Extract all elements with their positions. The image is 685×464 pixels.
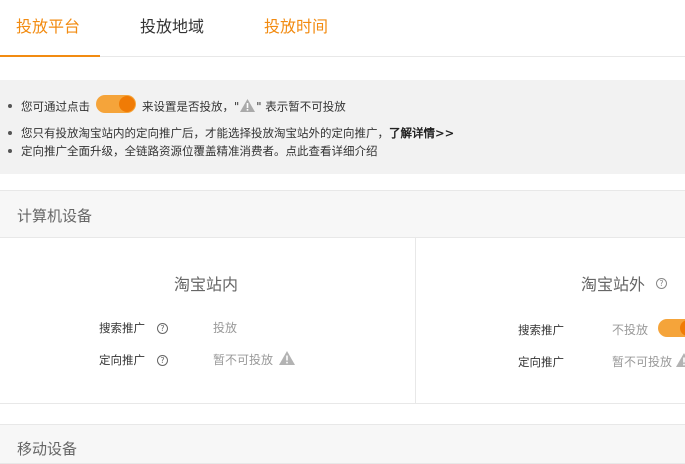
panel-outside-title: 淘宝站外 [581,275,646,294]
notice-line-1-prefix: 您可通过点击 [21,99,90,114]
outside-search-toggle[interactable] [658,319,685,337]
bullet-icon [8,148,12,153]
warning-triangle-icon [676,353,685,367]
warning-triangle-icon [279,351,295,365]
notice-line-1-suffix: " 表示暂不可投放 [256,99,346,114]
notice-line-2: 您只有投放淘宝站内的定向推广后，才能选择投放淘宝站外的定向推广，了解详情>> [8,125,454,141]
notice-line-2-text: 您只有投放淘宝站内的定向推广后，才能选择投放淘宝站外的定向推广， [21,126,389,140]
tab-bar: 投放平台 投放地域 投放时间 [0,0,685,57]
section-computer-header: 计算机设备 [0,190,685,238]
notice-line-1: 您可通过点击 来设置是否投放，" " 表示暂不可投放 [8,95,346,116]
section-mobile-title: 移动设备 [17,440,78,458]
outside-targeted-value: 暂不可投放 [612,355,673,369]
tab-time[interactable]: 投放时间 [264,17,328,37]
learn-more-link[interactable]: 了解详情>> [389,126,454,140]
warning-triangle-icon [240,98,256,112]
help-icon[interactable]: ? [157,355,168,366]
section-mobile-header: 移动设备 [0,424,685,464]
bullet-icon [8,130,12,135]
help-icon[interactable]: ? [157,323,168,334]
panel-inside-title: 淘宝站内 [174,275,239,294]
tab-platform[interactable]: 投放平台 [16,17,80,37]
inside-targeted-label: 定向推广 [99,353,145,367]
panel-bottom-border [0,403,685,404]
inside-targeted-value: 暂不可投放 [213,353,274,367]
tab-region[interactable]: 投放地域 [140,17,204,37]
notice-line-3[interactable]: 定向推广全面升级，全链路资源位覆盖精准消费者。点此查看详细介绍 [8,143,378,159]
panel-divider [415,238,416,404]
section-computer-title: 计算机设备 [17,207,93,225]
outside-search-label: 搜索推广 [518,323,564,337]
outside-search-value: 不投放 [612,323,649,337]
active-tab-indicator [0,55,100,57]
notice-line-3-text[interactable]: 定向推广全面升级，全链路资源位覆盖精准消费者。点此查看详细介绍 [21,144,378,158]
help-icon[interactable]: ? [656,278,667,289]
outside-targeted-label: 定向推广 [518,355,564,369]
notice-line-1-middle: 来设置是否投放，" [142,99,240,114]
notice-box: 您可通过点击 来设置是否投放，" " 表示暂不可投放 您只有投放淘宝站内的定向推广后… [0,80,685,174]
toggle-example-icon [96,95,136,113]
bullet-icon [8,104,12,108]
inside-search-label: 搜索推广 [99,321,145,335]
inside-search-value: 投放 [213,321,238,335]
